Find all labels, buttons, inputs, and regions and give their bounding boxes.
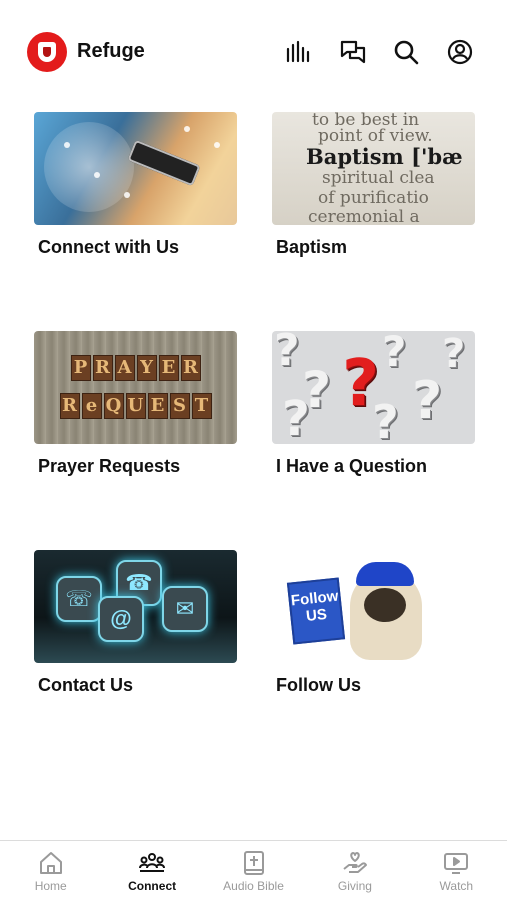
bible-icon bbox=[243, 851, 264, 875]
question-thumbnail: ? ? ? ? ? ? ? ? bbox=[272, 331, 475, 444]
bottom-nav: Home Connect Audio Bible Giving Watch bbox=[0, 840, 507, 900]
thumb-text: of purificatio bbox=[318, 188, 429, 208]
nav-giving[interactable]: Giving bbox=[304, 841, 405, 900]
home-icon bbox=[39, 852, 62, 874]
app-header: Refuge bbox=[0, 0, 507, 100]
thumb-letter: R bbox=[59, 393, 80, 419]
thumb-text: ceremonial a bbox=[308, 207, 420, 225]
thumb-letter: Y bbox=[136, 355, 157, 381]
card-label: Contact Us bbox=[38, 675, 134, 695]
thumb-letter: Q bbox=[103, 393, 124, 419]
chat-icon[interactable] bbox=[339, 38, 367, 66]
profile-icon[interactable] bbox=[446, 38, 474, 66]
card-follow-us[interactable]: Follow US Follow Us bbox=[272, 550, 475, 696]
thumb-text: Baptism ['bæ bbox=[306, 144, 463, 169]
nav-label: Giving bbox=[337, 879, 372, 893]
card-label: Follow Us bbox=[276, 675, 361, 695]
card-label: Baptism bbox=[276, 237, 348, 257]
nav-watch[interactable]: Watch bbox=[406, 841, 507, 900]
nav-home[interactable]: Home bbox=[0, 841, 101, 900]
nav-label: Audio Bible bbox=[223, 879, 284, 893]
nav-label: Watch bbox=[439, 879, 474, 893]
thumb-letter: R bbox=[180, 355, 201, 381]
thumb-letter: T bbox=[191, 393, 212, 419]
nav-label: Connect bbox=[128, 879, 177, 893]
thumb-letter: R bbox=[92, 355, 113, 381]
email-at-icon: @ bbox=[98, 596, 144, 642]
thumb-letter: e bbox=[81, 393, 102, 419]
follow-thumbnail: Follow US bbox=[272, 550, 475, 663]
thumb-letter: S bbox=[169, 393, 190, 419]
thumb-letter: P bbox=[70, 355, 91, 381]
card-label: Connect with Us bbox=[38, 237, 180, 257]
refuge-logo[interactable] bbox=[27, 32, 67, 72]
nav-audio-bible[interactable]: Audio Bible bbox=[203, 841, 304, 900]
contact-thumbnail: ☏ ☎ @ ✉ bbox=[34, 550, 237, 663]
card-label: Prayer Requests bbox=[38, 456, 181, 476]
card-baptism[interactable]: to be best in point of view. Baptism ['b… bbox=[272, 112, 475, 258]
audio-bars-icon[interactable] bbox=[284, 38, 312, 66]
card-prayer-requests[interactable]: P R A Y E R R e Q U E S T Prayer Request… bbox=[34, 331, 237, 477]
baptism-thumbnail: to be best in point of view. Baptism ['b… bbox=[272, 112, 475, 225]
thumb-text: point of view. bbox=[318, 126, 433, 146]
thumb-letter: U bbox=[125, 393, 146, 419]
people-icon bbox=[139, 853, 166, 872]
nav-connect[interactable]: Connect bbox=[101, 841, 202, 900]
thumb-text: spiritual clea bbox=[322, 168, 435, 188]
thumb-letter: A bbox=[114, 355, 135, 381]
thumb-letter: E bbox=[147, 393, 168, 419]
shield-icon bbox=[38, 42, 56, 62]
red-question-mark: ? bbox=[342, 347, 380, 421]
card-i-have-a-question[interactable]: ? ? ? ? ? ? ? ? I Have a Question bbox=[272, 331, 475, 477]
card-connect-with-us[interactable]: Connect with Us bbox=[34, 112, 237, 258]
follow-sign: Follow US bbox=[286, 577, 346, 645]
search-icon[interactable] bbox=[392, 38, 420, 66]
app-title: Refuge bbox=[77, 40, 145, 62]
connect-thumbnail bbox=[34, 112, 237, 225]
card-label: I Have a Question bbox=[276, 456, 428, 476]
envelope-icon: ✉ bbox=[162, 586, 208, 632]
nav-label: Home bbox=[34, 879, 67, 893]
thumb-letter: E bbox=[158, 355, 179, 381]
prayer-thumbnail: P R A Y E R R e Q U E S T bbox=[34, 331, 237, 444]
tv-play-icon bbox=[444, 853, 469, 874]
giving-hand-icon bbox=[343, 852, 367, 873]
card-contact-us[interactable]: ☏ ☎ @ ✉ Contact Us bbox=[34, 550, 237, 696]
phone-icon: ☏ bbox=[56, 576, 102, 622]
